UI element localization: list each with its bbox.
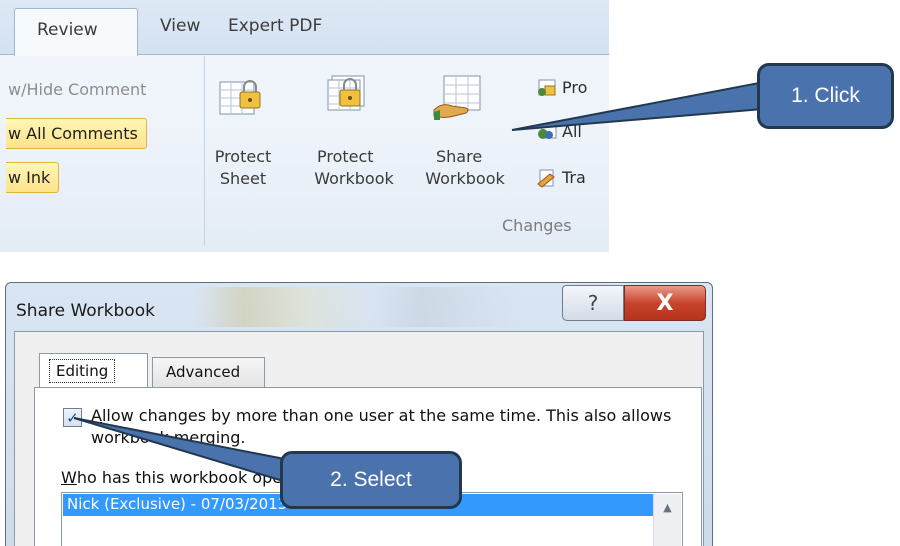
dialog-titlebar[interactable]: Share Workbook ? X (6, 283, 712, 329)
tab-expert-pdf[interactable]: Expert PDF (228, 16, 322, 36)
track-changes-icon (537, 169, 555, 188)
allow-users-edit-ranges-button[interactable]: All (562, 122, 582, 141)
screenshot-root: Review View Expert PDF w/Hide Comment w … (0, 0, 900, 546)
allow-changes-checkbox[interactable]: ✓ (63, 408, 82, 427)
allow-users-icon (538, 123, 557, 139)
dialog-client-area: Editing Advanced ✓ Allow changes by more… (14, 331, 704, 546)
dialog-title: Share Workbook (16, 301, 155, 321)
ribbon-tab-strip: Review View Expert PDF (0, 0, 609, 56)
checkmark-icon: ✓ (66, 408, 79, 427)
protect-sheet-label-2: Sheet (219, 169, 267, 188)
titlebar-glass-reflection (196, 287, 516, 327)
protect-workbook-label-1: Protect (317, 147, 374, 166)
protect-share-icon (538, 79, 556, 96)
protect-workbook-label-2: Workbook (314, 169, 394, 188)
comments-group: w/Hide Comment w All Comments w Ink (0, 56, 205, 246)
tab-review[interactable]: Review (14, 8, 138, 56)
changes-group: Protect Sheet Protect Workbook Share Wor… (206, 56, 609, 246)
share-workbook-label-1: Share (436, 147, 483, 166)
close-icon: X (656, 290, 674, 316)
help-button[interactable]: ? (562, 285, 624, 321)
excel-ribbon: Review View Expert PDF w/Hide Comment w … (0, 0, 610, 252)
protect-workbook-button[interactable]: Protect Workbook (303, 146, 405, 190)
tab-editing[interactable]: Editing (39, 353, 148, 387)
allow-accesskey: A (91, 406, 102, 425)
protect-sheet-icon (219, 80, 261, 115)
protect-sheet-label-1: Protect (214, 147, 272, 166)
callout-step-2: 2. Select (280, 451, 462, 509)
share-workbook-label-2: Workbook (425, 169, 505, 188)
tab-view[interactable]: View (160, 16, 200, 36)
callout-step-2-text: 2. Select (330, 468, 412, 491)
protect-and-share-button[interactable]: Pro (562, 78, 587, 97)
show-ink-button[interactable]: w Ink (6, 162, 60, 193)
tab-editing-label: Editing (49, 359, 116, 383)
allow-label-text: llow changes by more than one user at th… (91, 406, 672, 447)
allow-changes-label[interactable]: Allow changes by more than one user at t… (91, 405, 691, 449)
close-button[interactable]: X (624, 285, 706, 321)
show-hide-comment-button[interactable]: w/Hide Comment (8, 80, 146, 99)
tab-advanced[interactable]: Advanced (152, 357, 265, 387)
share-workbook-icon (433, 75, 481, 120)
track-changes-button[interactable]: Tra (562, 168, 586, 187)
protect-sheet-button[interactable]: Protect Sheet (210, 146, 276, 190)
scroll-up-arrow-icon[interactable]: ▲ (653, 494, 681, 546)
show-all-comments-button[interactable]: w All Comments (6, 118, 147, 149)
who-accesskey: W (61, 468, 77, 487)
share-workbook-button[interactable]: Share Workbook (404, 146, 526, 190)
callout-step-1: 1. Click (757, 63, 894, 129)
protect-workbook-icon (327, 75, 365, 111)
help-icon: ? (587, 291, 599, 315)
changes-group-label: Changes (502, 216, 572, 235)
callout-step-1-text: 1. Click (791, 84, 860, 107)
